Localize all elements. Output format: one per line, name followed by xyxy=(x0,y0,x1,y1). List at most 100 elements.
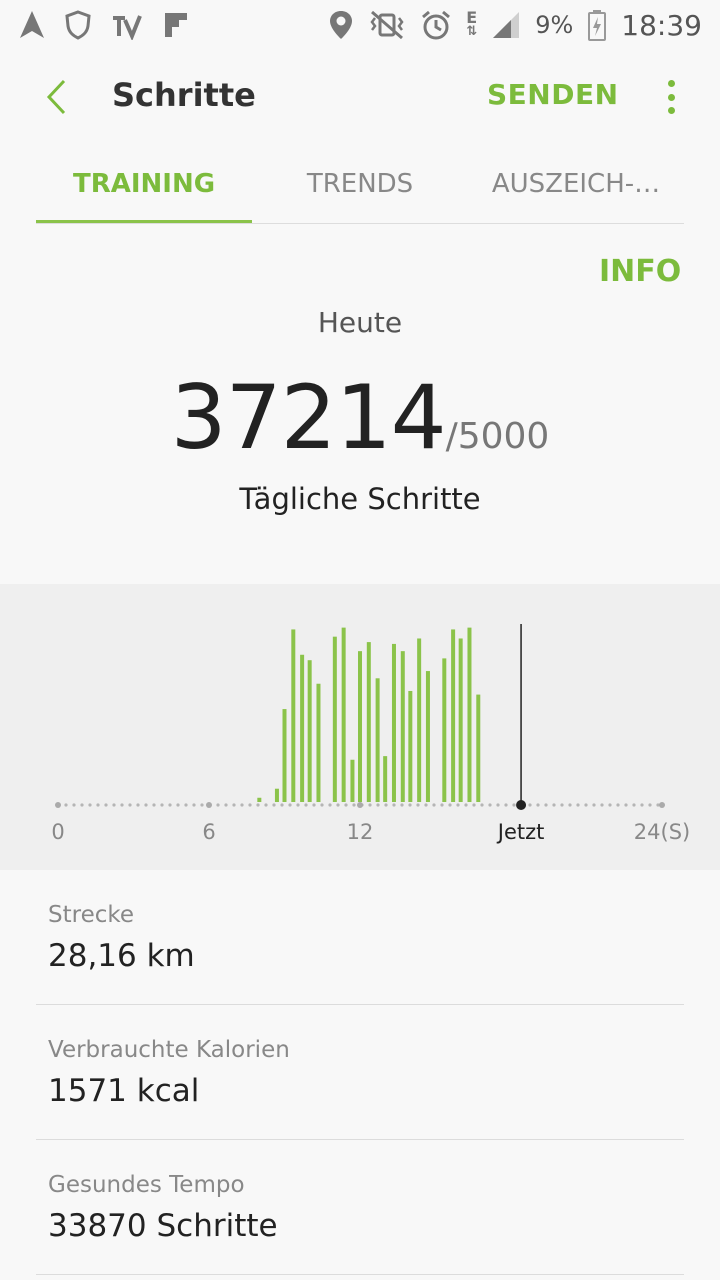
location-icon xyxy=(330,11,353,39)
baseline-dot xyxy=(280,803,284,807)
baseline-dot xyxy=(528,803,532,807)
baseline-dot xyxy=(608,803,612,807)
chart-bar xyxy=(358,651,362,802)
baseline-dot xyxy=(296,803,300,807)
baseline-dot xyxy=(200,803,204,807)
baseline-dot xyxy=(88,803,92,807)
period-label: Heute xyxy=(317,306,403,339)
baseline-dot xyxy=(224,803,228,807)
step-goal: /5000 xyxy=(445,416,550,457)
battery-charging-icon xyxy=(588,10,607,41)
baseline-dot xyxy=(632,803,636,807)
chart-bar xyxy=(300,654,305,802)
baseline-dot xyxy=(536,803,540,807)
tick-label: 6 xyxy=(202,820,215,844)
now-marker xyxy=(516,800,527,810)
tick-label: 24(S) xyxy=(634,820,690,844)
stat-label: Strecke xyxy=(48,902,135,928)
status-time: 18:39 xyxy=(621,8,702,42)
baseline-dot xyxy=(640,803,644,807)
baseline-dot xyxy=(568,803,572,807)
tick-label: 0 xyxy=(51,820,64,844)
chart-bar xyxy=(257,797,262,802)
flipboard-icon xyxy=(165,13,187,37)
tick-marker xyxy=(659,802,665,808)
tick-label: Jetzt xyxy=(496,820,545,844)
chart-bar xyxy=(350,759,355,802)
baseline-dot xyxy=(304,803,308,807)
baseline-dot xyxy=(400,803,404,807)
baseline-dot xyxy=(272,803,276,807)
chart-bar xyxy=(366,642,371,802)
page-title: Schritte xyxy=(112,76,256,114)
baseline-dot xyxy=(144,803,148,807)
baseline-dot xyxy=(328,803,332,807)
chart-bar xyxy=(282,709,287,802)
chart-bar xyxy=(476,694,481,802)
stat-distance: Strecke 28,16 km xyxy=(36,870,684,1005)
chart-bar xyxy=(341,627,346,802)
baseline-dot xyxy=(64,803,68,807)
step-count: 37214/5000 xyxy=(0,366,720,469)
baseline-dot xyxy=(80,803,84,807)
stat-value: 28,16 km xyxy=(48,938,195,974)
status-bar: E ⇅ 9% 18:39 xyxy=(0,0,720,50)
baseline-dot xyxy=(584,803,588,807)
chart-bar xyxy=(400,651,405,802)
vibrate-mute-icon xyxy=(370,10,404,40)
chart-bar xyxy=(391,643,396,802)
steps-chart: 0 6 12 Jetzt 24(S) xyxy=(51,624,690,844)
more-dot-icon xyxy=(667,107,675,114)
battery-percent: 9% xyxy=(535,11,574,39)
baseline-dot xyxy=(312,803,316,807)
send-button[interactable]: SENDEN xyxy=(487,78,619,111)
baseline-dot xyxy=(432,803,436,807)
baseline-dot xyxy=(496,803,500,807)
baseline-dot xyxy=(232,803,236,807)
steps-chart-panel[interactable]: 0 6 12 Jetzt 24(S) xyxy=(0,584,720,870)
chart-bar xyxy=(332,636,337,802)
step-count-value: 37214 xyxy=(170,366,447,469)
baseline-dot xyxy=(472,803,476,807)
baseline-dot xyxy=(112,803,116,807)
baseline-dot xyxy=(120,803,124,807)
baseline-dot xyxy=(288,803,292,807)
baseline-dot xyxy=(176,803,180,807)
baseline-dot xyxy=(384,803,388,807)
tab-auszeichnungen[interactable]: AUSZEICH-… xyxy=(468,144,684,223)
baseline-dot xyxy=(440,803,444,807)
baseline-dot xyxy=(344,803,348,807)
chart-bar xyxy=(458,638,463,802)
info-button[interactable]: INFO xyxy=(599,254,681,289)
chart-bar xyxy=(467,627,472,802)
stat-label: Gesundes Tempo xyxy=(48,1172,245,1198)
chart-bar xyxy=(417,638,422,802)
status-bar-left xyxy=(18,10,190,40)
baseline-dot xyxy=(72,803,76,807)
baseline-dot xyxy=(544,803,548,807)
chevron-left-icon xyxy=(46,79,66,115)
back-button[interactable] xyxy=(36,76,76,118)
baseline-dot xyxy=(368,803,372,807)
baseline-dot xyxy=(424,803,428,807)
tab-training[interactable]: TRAINING xyxy=(36,144,252,223)
stat-value: 1571 kcal xyxy=(48,1073,200,1109)
baseline-dot xyxy=(240,803,244,807)
chart-bar xyxy=(375,678,380,802)
baseline-dot xyxy=(264,803,268,807)
shield-icon xyxy=(65,10,91,40)
chart-bar xyxy=(442,658,447,802)
baseline-dot xyxy=(352,803,356,807)
navigation-icon xyxy=(20,11,44,38)
tab-trends[interactable]: TRENDS xyxy=(252,144,468,223)
tv-icon xyxy=(113,15,142,40)
baseline-dot xyxy=(256,803,260,807)
baseline-dot xyxy=(96,803,100,807)
baseline-dot xyxy=(184,803,188,807)
baseline-dot xyxy=(592,803,596,807)
baseline-dot xyxy=(168,803,172,807)
more-options-button[interactable] xyxy=(656,76,686,118)
stat-label: Verbrauchte Kalorien xyxy=(48,1037,290,1063)
baseline-dot xyxy=(128,803,132,807)
baseline-dot xyxy=(416,803,420,807)
